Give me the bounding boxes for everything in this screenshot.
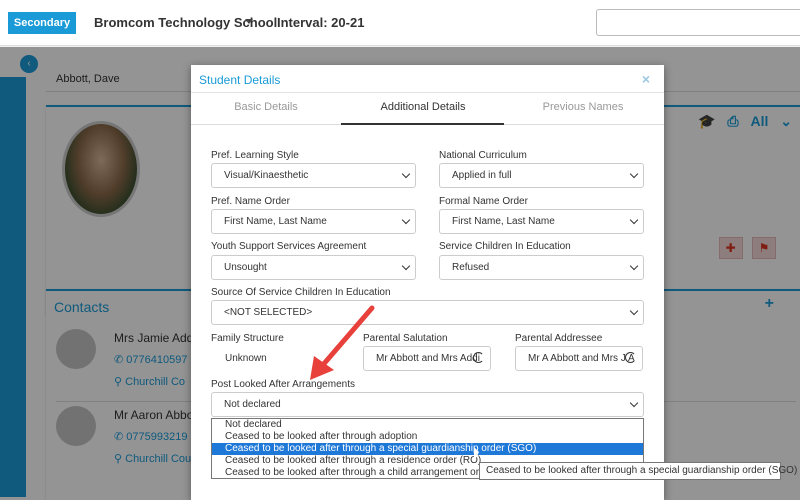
parental-addressee-input[interactable]: Mr A Abbott and Mrs J A	[515, 346, 643, 371]
top-bar: Secondary Bromcom Technology School Inte…	[0, 0, 800, 46]
school-caret-down-icon[interactable]	[245, 19, 253, 24]
formal-name-order-label: Formal Name Order	[439, 196, 528, 207]
refresh-icon[interactable]	[625, 352, 636, 363]
chevron-down-icon	[629, 169, 639, 179]
tab-basic-details[interactable]: Basic Details	[191, 101, 341, 113]
service-children-label: Service Children In Education	[439, 241, 571, 252]
phase-badge[interactable]: Secondary	[8, 12, 76, 34]
family-structure-value: Unknown	[225, 353, 267, 364]
national-curriculum-select[interactable]: Applied in full	[439, 163, 644, 188]
option-not-declared[interactable]: Not declared	[212, 419, 643, 431]
pref-learning-style-label: Pref. Learning Style	[211, 150, 299, 161]
close-icon[interactable]: ×	[642, 71, 650, 87]
tab-previous-names[interactable]: Previous Names	[508, 101, 658, 113]
formal-name-order-select[interactable]: First Name, Last Name	[439, 209, 644, 234]
chevron-down-icon	[629, 261, 639, 271]
chevron-down-icon	[401, 215, 411, 225]
modal-header: Student Details ×	[191, 65, 664, 93]
interval-label: Interval: 20-21	[277, 15, 365, 30]
refresh-icon[interactable]	[473, 352, 484, 363]
modal-title: Student Details	[199, 73, 281, 87]
service-children-select[interactable]: Refused	[439, 255, 644, 280]
parental-addressee-label: Parental Addressee	[515, 333, 603, 344]
family-structure-label: Family Structure	[211, 333, 284, 344]
annotation-arrow-icon	[310, 305, 375, 380]
national-curriculum-label: National Curriculum	[439, 150, 527, 161]
youth-support-select[interactable]: Unsought	[211, 255, 416, 280]
chevron-down-icon	[629, 215, 639, 225]
pref-learning-style-select[interactable]: Visual/Kinaesthetic	[211, 163, 416, 188]
global-search-input[interactable]	[596, 9, 800, 36]
chevron-down-icon	[401, 261, 411, 271]
pref-name-order-select[interactable]: First Name, Last Name	[211, 209, 416, 234]
option-sgo[interactable]: Ceased to be looked after through a spec…	[212, 443, 643, 455]
source-service-children-label: Source Of Service Children In Education	[211, 287, 391, 298]
modal-tabs: Basic Details Additional Details Previou…	[191, 93, 664, 125]
parental-salutation-input[interactable]: Mr Abbott and Mrs Addi	[363, 346, 491, 371]
mouse-cursor-icon	[474, 447, 479, 462]
active-tab-indicator	[341, 123, 504, 125]
chevron-down-icon	[629, 306, 639, 316]
pref-name-order-label: Pref. Name Order	[211, 196, 290, 207]
chevron-down-icon	[401, 169, 411, 179]
source-service-children-select[interactable]: <NOT SELECTED>	[211, 300, 644, 325]
chevron-down-icon	[629, 398, 639, 408]
option-adoption[interactable]: Ceased to be looked after through adopti…	[212, 431, 643, 443]
tab-additional-details[interactable]: Additional Details	[348, 101, 498, 113]
youth-support-label: Youth Support Services Agreement	[211, 241, 367, 252]
option-tooltip: Ceased to be looked after through a spec…	[479, 462, 797, 480]
post-looked-after-select[interactable]: Not declared	[211, 392, 644, 417]
